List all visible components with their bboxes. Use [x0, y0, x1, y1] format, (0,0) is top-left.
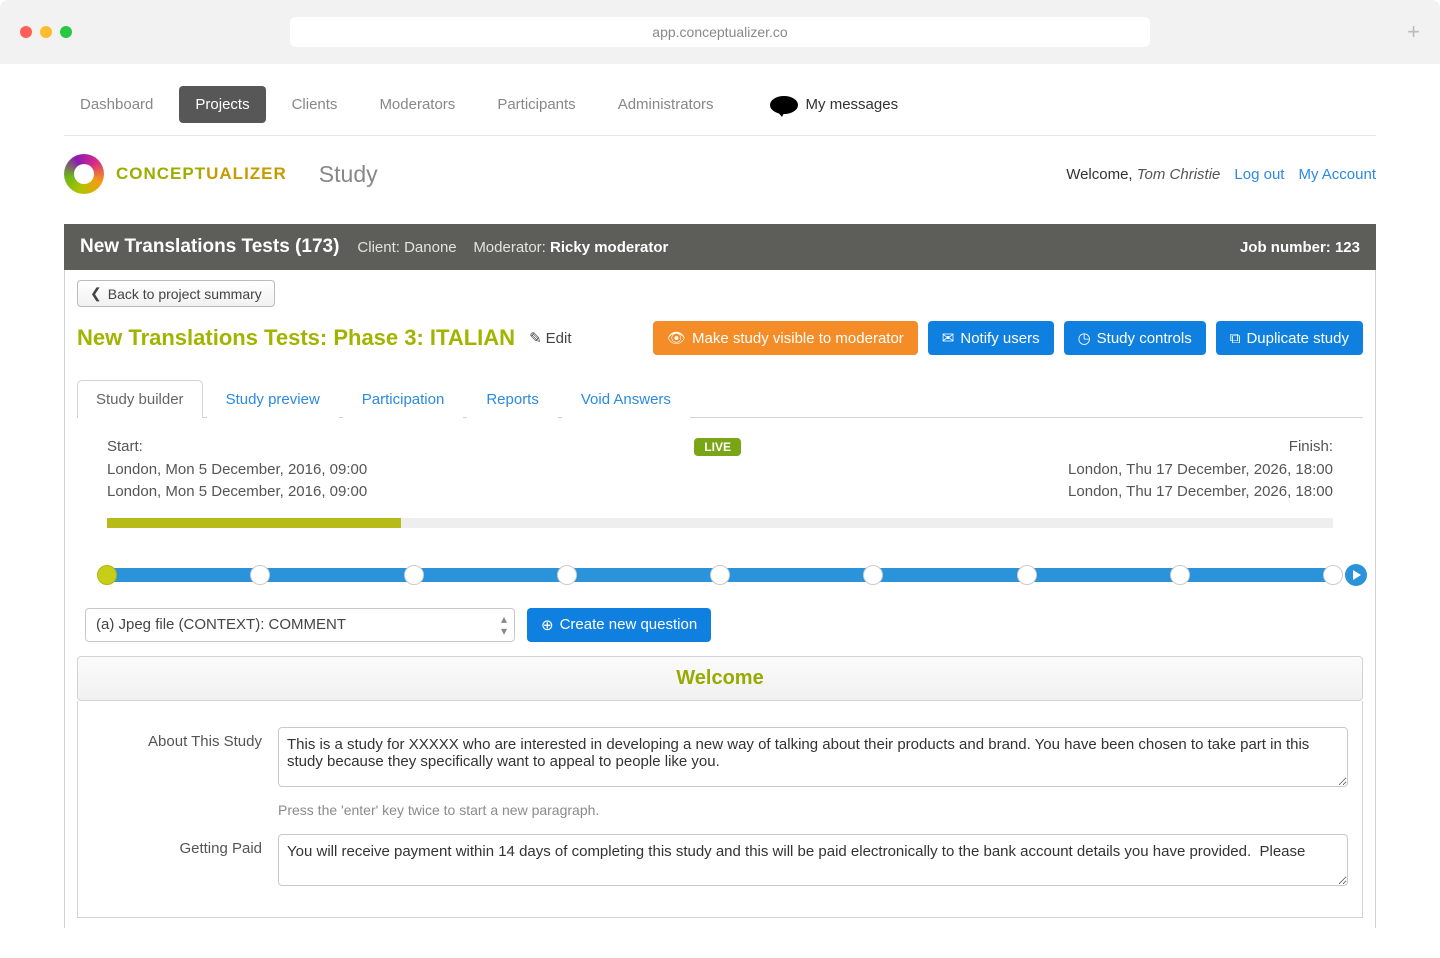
my-messages-label: My messages — [806, 96, 899, 113]
about-hint: Press the 'enter' key twice to start a n… — [278, 802, 1348, 818]
timeline-start: Start: London, Mon 5 December, 2016, 09:… — [107, 436, 367, 504]
play-icon[interactable] — [1345, 564, 1367, 586]
timeline-step[interactable] — [1170, 565, 1190, 585]
nav-moderators[interactable]: Moderators — [363, 86, 471, 123]
timeline-step[interactable] — [250, 565, 270, 585]
phase-title: New Translations Tests: Phase 3: ITALIAN — [77, 325, 515, 351]
study-title: New Translations Tests (173) — [80, 236, 339, 258]
my-account-link[interactable]: My Account — [1298, 166, 1376, 183]
logout-link[interactable]: Log out — [1234, 166, 1284, 183]
url-bar[interactable]: app.conceptualizer.co — [290, 17, 1150, 47]
chevron-left-icon: ❮ — [90, 285, 102, 302]
tab-void-answers[interactable]: Void Answers — [562, 380, 690, 418]
job-number: Job number: 123 — [1240, 239, 1360, 256]
edit-link[interactable]: ✎ Edit — [529, 329, 571, 347]
logo-icon — [64, 154, 104, 194]
step-timeline[interactable] — [107, 568, 1333, 582]
brand: CONCEPTUALIZER Study — [64, 154, 378, 194]
my-messages-link[interactable]: My messages — [770, 96, 899, 114]
welcome-text: Welcome, Tom Christie — [1066, 166, 1220, 183]
duplicate-study-button[interactable]: ⧉ Duplicate study — [1216, 321, 1363, 355]
live-badge: LIVE — [694, 438, 741, 456]
study-header-bar: New Translations Tests (173) Client: Dan… — [64, 224, 1376, 270]
nav-projects[interactable]: Projects — [179, 86, 265, 123]
speech-bubble-icon — [770, 96, 798, 114]
paid-textarea[interactable] — [278, 834, 1348, 886]
create-question-button[interactable]: ⊕ Create new question — [527, 608, 711, 642]
eye-icon: 👁 — [667, 329, 686, 347]
timeline-step[interactable] — [1017, 565, 1037, 585]
main-nav: Dashboard Projects Clients Moderators Pa… — [64, 74, 1376, 136]
nav-dashboard[interactable]: Dashboard — [64, 86, 169, 123]
question-select[interactable]: (a) Jpeg file (CONTEXT): COMMENT — [85, 608, 515, 642]
nav-administrators[interactable]: Administrators — [602, 86, 730, 123]
clock-icon: ◷ — [1078, 329, 1091, 347]
timeline-finish: Finish: London, Thu 17 December, 2026, 1… — [1068, 436, 1333, 504]
nav-clients[interactable]: Clients — [276, 86, 354, 123]
envelope-icon: ✉ — [942, 329, 955, 347]
notify-users-button[interactable]: ✉ Notify users — [928, 321, 1054, 355]
chevron-updown-icon: ▴▾ — [501, 613, 507, 637]
window-close-icon[interactable] — [20, 26, 32, 38]
paid-label: Getting Paid — [92, 834, 262, 857]
study-controls-button[interactable]: ◷ Study controls — [1064, 321, 1206, 355]
timeline-progressbar — [107, 518, 1333, 528]
pencil-icon: ✎ — [529, 329, 542, 347]
make-visible-button[interactable]: 👁 Make study visible to moderator — [653, 321, 918, 355]
window-minimize-icon[interactable] — [40, 26, 52, 38]
timeline-step[interactable] — [1323, 565, 1343, 585]
browser-chrome: app.conceptualizer.co + — [0, 0, 1440, 64]
plus-circle-icon: ⊕ — [541, 616, 554, 634]
nav-participants[interactable]: Participants — [481, 86, 591, 123]
timeline-step[interactable] — [404, 565, 424, 585]
about-textarea[interactable] — [278, 727, 1348, 787]
brand-name-part2: UALIZER — [206, 164, 287, 183]
timeline-step[interactable] — [557, 565, 577, 585]
timeline: Start: London, Mon 5 December, 2016, 09:… — [77, 418, 1363, 608]
window-zoom-icon[interactable] — [60, 26, 72, 38]
section-label: Study — [319, 161, 378, 188]
brand-name-part1: CONCEPT — [116, 164, 206, 183]
about-label: About This Study — [92, 727, 262, 750]
tab-study-builder[interactable]: Study builder — [77, 380, 203, 418]
tab-reports[interactable]: Reports — [467, 380, 558, 418]
back-button[interactable]: ❮ Back to project summary — [77, 280, 275, 307]
tab-study-preview[interactable]: Study preview — [207, 380, 339, 418]
study-meta: Client: Danone Moderator: Ricky moderato… — [357, 239, 668, 256]
timeline-step[interactable] — [710, 565, 730, 585]
timeline-step[interactable] — [863, 565, 883, 585]
new-tab-button[interactable]: + — [1407, 19, 1420, 45]
welcome-heading: Welcome — [77, 656, 1363, 701]
study-tabs: Study builder Study preview Participatio… — [77, 379, 1363, 418]
copy-icon: ⧉ — [1230, 330, 1241, 347]
tab-participation[interactable]: Participation — [343, 380, 464, 418]
timeline-step[interactable] — [97, 565, 117, 585]
